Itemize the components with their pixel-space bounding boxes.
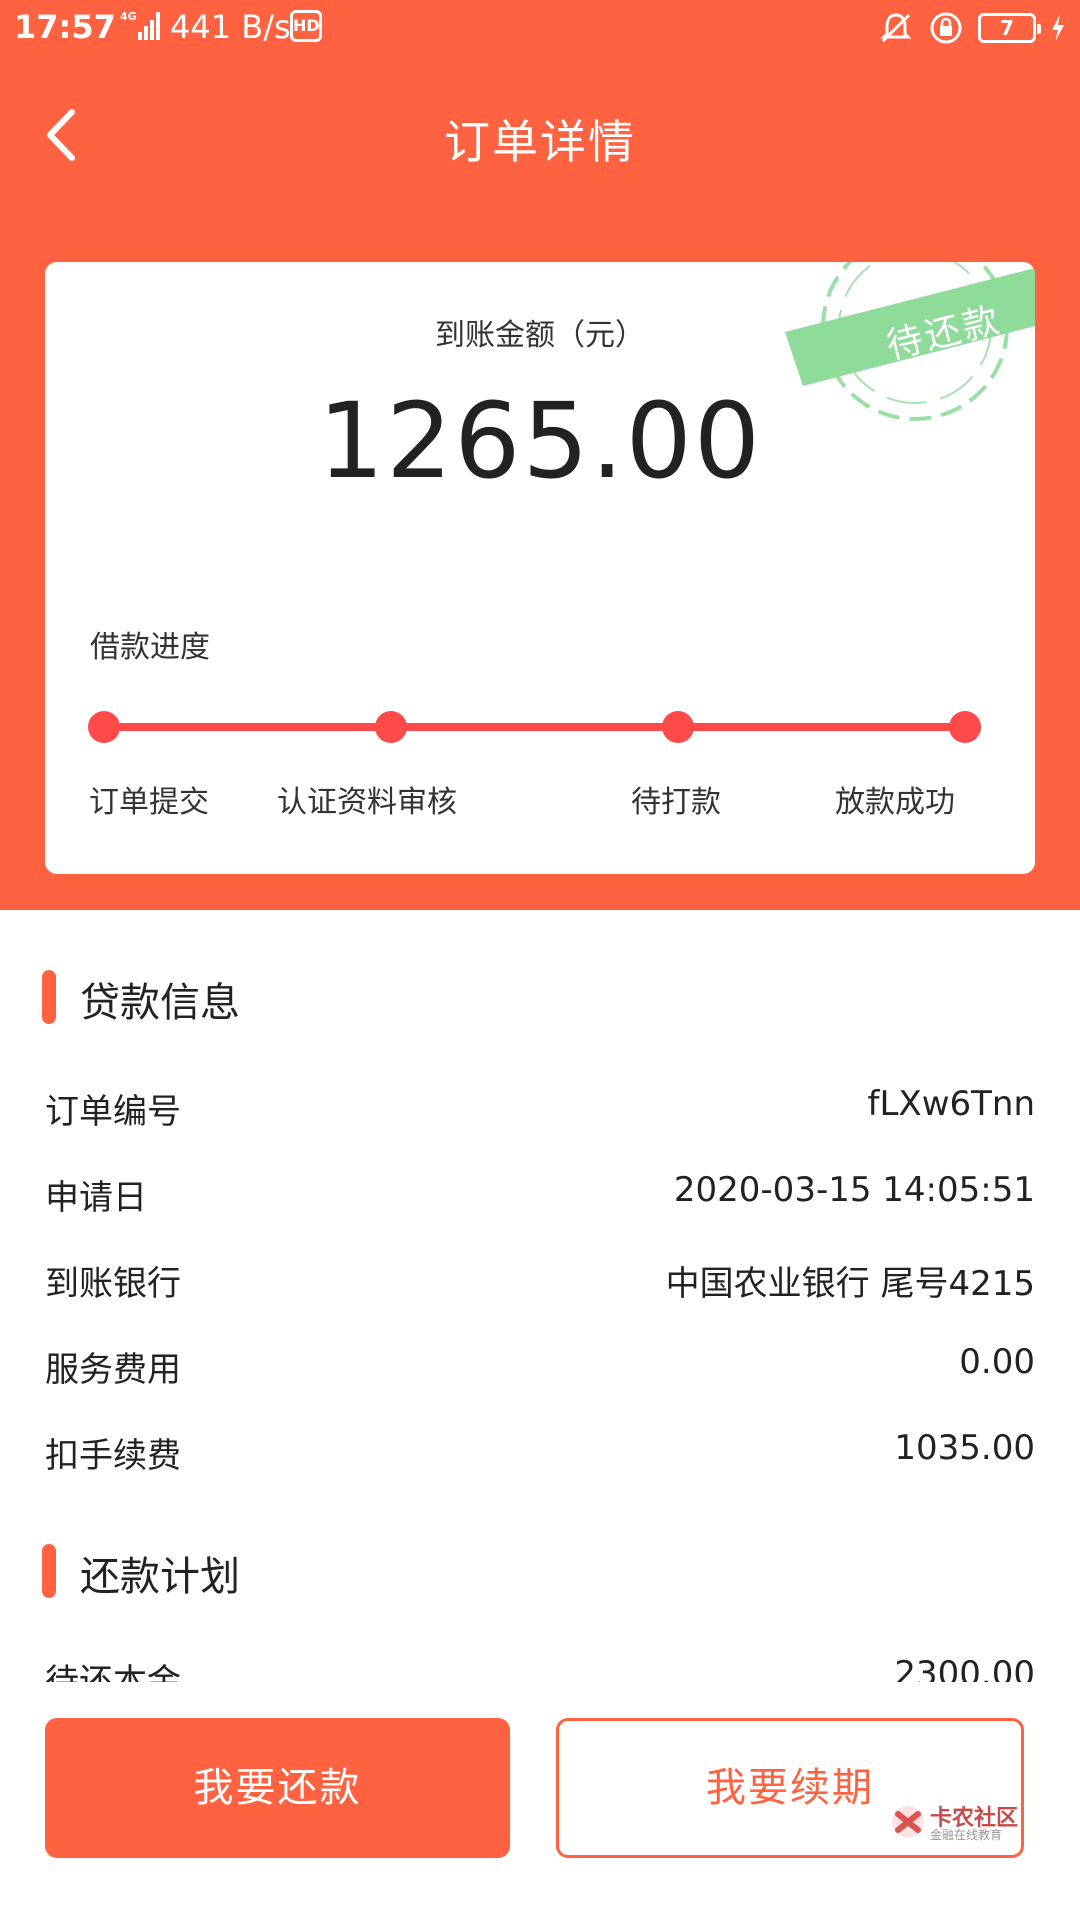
loan-info-title: 贷款信息 — [80, 980, 240, 1026]
progress-dot-4 — [949, 711, 981, 743]
charging-icon — [1052, 14, 1064, 42]
progress-track — [104, 723, 976, 731]
hd-icon: HD — [290, 10, 322, 42]
progress-dot-1 — [88, 711, 120, 743]
watermark-logo-icon — [892, 1806, 924, 1838]
step-review: 认证资料审核 — [277, 785, 457, 820]
progress-title: 借款进度 — [90, 630, 210, 665]
row-value-service-fee: 0.00 — [959, 1342, 1035, 1382]
status-bar: 17:57 4G 441 B/s HD 7 — [0, 0, 1080, 56]
row-value-order-no: fLXw6Tnn — [867, 1084, 1035, 1124]
repay-row-principal: 待还本金 2300.00 — [0, 1648, 1080, 1682]
row-label-handling-fee: 扣手续费 — [45, 1436, 181, 1476]
repay-plan-title: 还款计划 — [80, 1554, 240, 1600]
watermark-sub: 金融在线教育 — [930, 1828, 1003, 1842]
mute-bell-icon — [880, 13, 912, 43]
row-value-principal: 2300.00 — [894, 1654, 1035, 1682]
page-title: 订单详情 — [444, 115, 636, 169]
amount-card: 到账金额（元） 1265.00 待还款 借款进度 订单提交 认证资料审核 待打款… — [45, 262, 1035, 874]
network-speed: 441 B/s — [170, 8, 291, 46]
network-type: 4G — [120, 10, 137, 23]
lock-rotation-icon — [930, 12, 962, 44]
row-value-handling-fee: 1035.00 — [894, 1428, 1035, 1468]
signal-icon: 4G — [120, 10, 160, 40]
row-value-apply-date: 2020-03-15 14:05:51 — [673, 1170, 1035, 1210]
step-submitted: 订单提交 — [89, 785, 209, 820]
step-awaiting-payout: 待打款 — [631, 785, 721, 820]
watermark: 卡农社区 金融在线教育 — [890, 1800, 1020, 1844]
row-label-bank: 到账银行 — [45, 1264, 181, 1304]
section-marker — [42, 1544, 56, 1598]
progress-dot-3 — [662, 711, 694, 743]
row-label-principal: 待还本金 — [45, 1662, 181, 1682]
status-time: 17:57 — [14, 8, 116, 46]
battery-icon: 7 — [978, 13, 1041, 43]
status-right: 7 — [878, 8, 1066, 48]
step-payout-success: 放款成功 — [835, 785, 955, 820]
progress-dot-2 — [375, 711, 407, 743]
section-marker — [42, 970, 56, 1024]
repay-button[interactable]: 我要还款 — [45, 1718, 510, 1858]
row-value-bank: 中国农业银行 尾号4215 — [665, 1264, 1035, 1304]
row-label-service-fee: 服务费用 — [45, 1350, 181, 1390]
row-label-apply-date: 申请日 — [45, 1178, 147, 1218]
row-label-order-no: 订单编号 — [45, 1092, 181, 1132]
